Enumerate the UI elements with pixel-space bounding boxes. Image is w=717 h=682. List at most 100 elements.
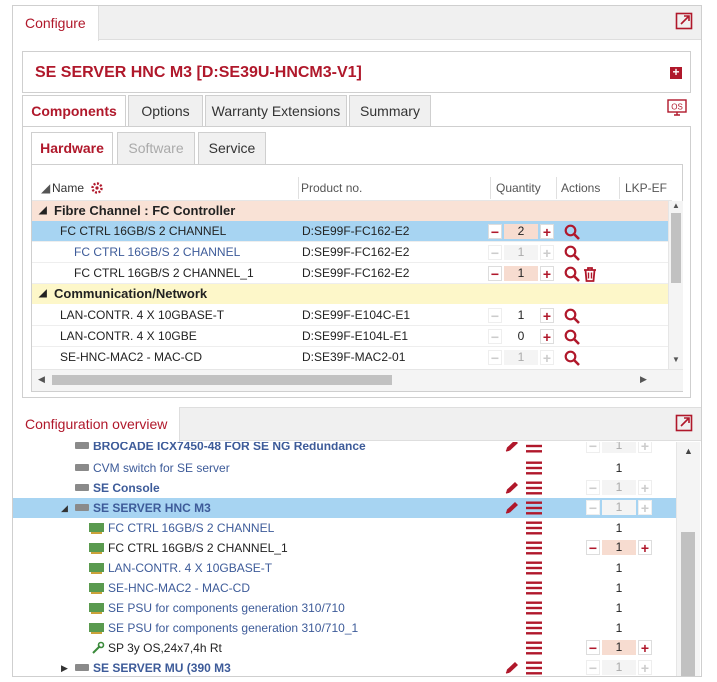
popout-icon[interactable] <box>675 12 693 30</box>
menu-icon[interactable] <box>526 442 542 453</box>
tree-node-label[interactable]: BROCADE ICX7450-48 FOR SE NG Redundance <box>93 442 366 456</box>
decrement-button[interactable]: − <box>488 224 502 239</box>
table-row[interactable]: LAN-CONTR. 4 X 10GBASE-T D:SE99F-E104C-E… <box>32 305 668 326</box>
menu-icon[interactable] <box>526 581 542 595</box>
tree-node[interactable]: SE Console −1 + <box>13 478 677 498</box>
pencil-edit-icon[interactable] <box>504 442 520 453</box>
tree-node[interactable]: LAN-CONTR. 4 X 10GBASE-T 1 <box>13 558 677 578</box>
increment-button[interactable]: + <box>638 540 652 555</box>
magnifier-icon[interactable] <box>564 245 580 261</box>
scroll-up-arrow[interactable]: ▲ <box>684 446 693 456</box>
tree-node[interactable]: FC CTRL 16GB/S 2 CHANNEL_1 −1 + <box>13 538 677 558</box>
menu-icon[interactable] <box>526 601 542 615</box>
pencil-edit-icon[interactable] <box>504 481 520 495</box>
configuration-overview-tab[interactable]: Configuration overview <box>13 407 181 442</box>
menu-icon[interactable] <box>526 521 542 535</box>
tree-node-label[interactable]: CVM switch for SE server <box>93 458 230 478</box>
collapse-icon[interactable]: ◢ <box>39 284 47 304</box>
tree-node[interactable]: SE PSU for components generation 310/710… <box>13 618 677 638</box>
tab-components[interactable]: Components <box>22 95 126 127</box>
magnifier-icon[interactable] <box>564 266 580 282</box>
scroll-up-arrow[interactable]: ▲ <box>672 201 680 210</box>
tab-options[interactable]: Options <box>128 95 203 127</box>
menu-icon[interactable] <box>526 561 542 575</box>
tree-node-label[interactable]: SE SERVER MU (390 M3 <box>93 658 231 676</box>
collapse-icon[interactable]: ◢ <box>61 498 68 518</box>
increment-button[interactable]: + <box>540 329 554 344</box>
table-row[interactable]: FC CTRL 16GB/S 2 CHANNEL D:SE99F-FC162-E… <box>32 242 668 263</box>
quantity-value[interactable]: 1 <box>504 308 538 323</box>
tree-node[interactable]: FC CTRL 16GB/S 2 CHANNEL 1 <box>13 518 677 538</box>
popout-icon[interactable] <box>675 414 693 432</box>
increment-button[interactable]: + <box>540 266 554 281</box>
tree-node[interactable]: CVM switch for SE server 1 <box>13 458 677 478</box>
col-name-header[interactable]: Name <box>52 181 84 195</box>
scroll-thumb[interactable] <box>671 213 681 283</box>
menu-icon[interactable] <box>526 461 542 475</box>
expand-plus-icon[interactable]: + <box>670 66 682 79</box>
increment-button[interactable]: + <box>638 640 652 655</box>
magnifier-icon[interactable] <box>564 224 580 240</box>
configure-tab[interactable]: Configure <box>13 6 99 41</box>
subtab-service[interactable]: Service <box>198 132 266 165</box>
col-product-header[interactable]: Product no. <box>301 181 362 195</box>
magnifier-icon[interactable] <box>564 350 580 366</box>
col-quantity-header[interactable]: Quantity <box>496 181 541 195</box>
tree-node[interactable]: BROCADE ICX7450-48 FOR SE NG Redundance −… <box>13 442 677 456</box>
tree-node-label[interactable]: LAN-CONTR. 4 X 10GBASE-T <box>108 558 272 578</box>
scroll-right-arrow[interactable]: ▶ <box>640 374 647 385</box>
overview-vertical-scrollbar[interactable]: ▲ <box>676 442 700 676</box>
tree-node[interactable]: SP 3y OS,24x7,4h Rt −1 + <box>13 638 677 658</box>
menu-icon[interactable] <box>526 481 542 495</box>
menu-icon[interactable] <box>526 641 542 655</box>
pencil-edit-icon[interactable] <box>504 501 520 515</box>
vertical-scrollbar[interactable]: ▲ ▼ <box>668 201 683 369</box>
decrement-button[interactable]: − <box>586 640 600 655</box>
tree-node-label[interactable]: FC CTRL 16GB/S 2 CHANNEL <box>108 518 274 538</box>
tab-warranty-extensions[interactable]: Warranty Extensions <box>205 95 347 127</box>
decrement-button[interactable]: − <box>488 266 502 281</box>
menu-icon[interactable] <box>526 661 542 675</box>
menu-icon[interactable] <box>526 541 542 555</box>
tree-node[interactable]: ▶ SE SERVER MU (390 M3 −1 + <box>13 658 677 676</box>
increment-button[interactable]: + <box>540 224 554 239</box>
trash-icon[interactable] <box>582 266 598 282</box>
tree-node-label[interactable]: FC CTRL 16GB/S 2 CHANNEL_1 <box>108 538 288 558</box>
tree-node-label[interactable]: SE Console <box>93 478 160 498</box>
magnifier-icon[interactable] <box>564 308 580 324</box>
pencil-edit-icon[interactable] <box>504 661 520 675</box>
magnifier-icon[interactable] <box>564 329 580 345</box>
group-header-fibre-channel[interactable]: ◢ Fibre Channel : FC Controller <box>32 201 668 221</box>
scroll-thumb[interactable] <box>52 375 392 385</box>
tree-node-label[interactable]: SE PSU for components generation 310/710 <box>108 598 345 618</box>
quantity-value[interactable]: 1 <box>602 540 636 555</box>
scroll-left-arrow[interactable]: ◀ <box>38 374 45 385</box>
table-row[interactable]: FC CTRL 16GB/S 2 CHANNEL_1 D:SE99F-FC162… <box>32 263 668 284</box>
menu-icon[interactable] <box>526 621 542 635</box>
quantity-value[interactable]: 2 <box>504 224 538 239</box>
gear-icon[interactable] <box>90 181 104 195</box>
sort-desc-icon[interactable]: ◢ <box>41 181 50 195</box>
os-monitor-icon[interactable]: OS <box>667 99 687 117</box>
decrement-button[interactable]: − <box>586 540 600 555</box>
scroll-down-arrow[interactable]: ▼ <box>672 355 680 364</box>
subtab-software[interactable]: Software <box>117 132 195 165</box>
quantity-value[interactable]: 1 <box>504 266 538 281</box>
tree-node[interactable]: SE PSU for components generation 310/710… <box>13 598 677 618</box>
tree-node-label[interactable]: SE-HNC-MAC2 - MAC-CD <box>108 578 250 598</box>
horizontal-scrollbar[interactable]: ◀ ▶ <box>32 369 683 391</box>
tree-node-label[interactable]: SP 3y OS,24x7,4h Rt <box>108 638 222 658</box>
quantity-value[interactable]: 1 <box>602 640 636 655</box>
col-lkp-header[interactable]: LKP-EF <box>625 181 667 195</box>
tree-node-label[interactable]: SE SERVER HNC M3 <box>93 498 211 518</box>
expand-icon[interactable]: ▶ <box>61 658 68 676</box>
quantity-value[interactable]: 0 <box>504 329 538 344</box>
collapse-icon[interactable]: ◢ <box>39 201 47 221</box>
menu-icon[interactable] <box>526 501 542 515</box>
row-name-link[interactable]: FC CTRL 16GB/S 2 CHANNEL <box>74 242 240 263</box>
subtab-hardware[interactable]: Hardware <box>31 132 113 165</box>
tree-node-label[interactable]: SE PSU for components generation 310/710… <box>108 618 358 638</box>
table-row[interactable]: LAN-CONTR. 4 X 10GBE D:SE99F-E104L-E1 − … <box>32 326 668 347</box>
increment-button[interactable]: + <box>540 308 554 323</box>
col-actions-header[interactable]: Actions <box>561 181 600 195</box>
